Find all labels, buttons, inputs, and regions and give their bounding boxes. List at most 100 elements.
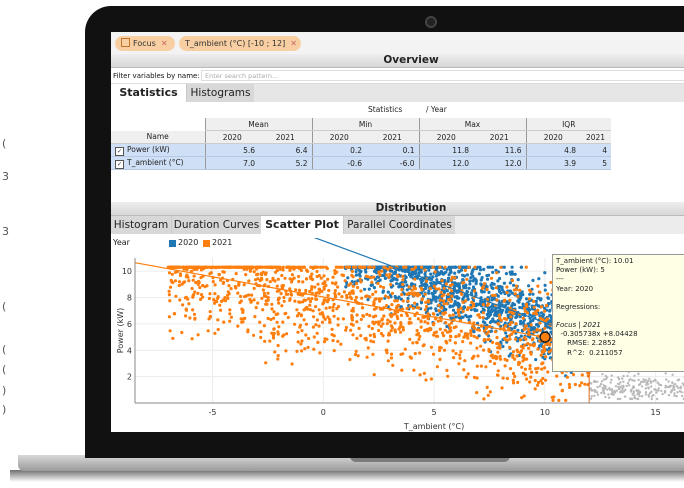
- data-point-2021: [508, 345, 512, 349]
- search-input[interactable]: Enter search pattern...: [201, 70, 684, 81]
- data-point-2021: [335, 270, 339, 274]
- name-header: Name: [111, 130, 205, 144]
- data-point-2021: [229, 287, 233, 291]
- tab-histogram[interactable]: Histogram: [111, 216, 171, 234]
- filtered-point: [637, 378, 640, 382]
- data-point-2021: [276, 298, 280, 302]
- data-point-2021: [311, 325, 315, 329]
- data-point-2021: [495, 335, 499, 340]
- data-point-2020: [363, 287, 367, 291]
- tab-statistics[interactable]: Statistics: [111, 84, 186, 102]
- data-point-2021: [443, 265, 447, 269]
- data-point-2021: [325, 337, 329, 341]
- data-point-2021: [213, 292, 217, 296]
- data-point-2021: [528, 380, 532, 384]
- data-point-2021: [192, 312, 197, 316]
- data-point-2020: [435, 278, 439, 282]
- data-point-2021: [438, 327, 442, 331]
- data-point-2021: [573, 382, 577, 387]
- data-point-2021: [298, 323, 303, 327]
- data-point-2021: [344, 325, 348, 330]
- data-point-2021: [490, 353, 494, 357]
- data-point-2021: [260, 265, 264, 269]
- data-point-2021: [497, 313, 501, 317]
- data-point-2021: [271, 334, 275, 338]
- data-point-2021: [292, 276, 296, 280]
- data-point-2021: [436, 319, 440, 323]
- data-point-2020: [474, 282, 478, 286]
- data-point-2021: [360, 306, 365, 310]
- data-point-2021: [362, 314, 366, 318]
- data-point-2020: [504, 272, 508, 276]
- data-point-2021: [378, 273, 382, 277]
- data-point-2020: [543, 288, 547, 292]
- data-point-2021: [530, 370, 534, 374]
- data-point-2020: [498, 301, 502, 305]
- data-point-2021: [440, 306, 444, 310]
- year-header: 2021: [259, 130, 312, 144]
- chip-focus[interactable]: Focus ✕: [115, 36, 175, 51]
- data-point-2021: [323, 281, 327, 285]
- data-point-2021: [345, 296, 349, 300]
- filtered-point: [594, 380, 597, 384]
- filtered-point: [672, 386, 675, 390]
- data-point-2021: [400, 288, 404, 292]
- x-tick-label: 5: [432, 408, 437, 417]
- data-point-2020: [537, 277, 541, 281]
- data-point-2021: [457, 313, 461, 317]
- filtered-point: [622, 390, 626, 393]
- data-point-2021: [371, 292, 375, 296]
- data-point-2020: [429, 281, 433, 285]
- data-point-2021: [466, 372, 470, 376]
- table-row[interactable]: ✓ T_ambient (°C) 7.0 5.2 -0.6 -6.0 12.0 1…: [111, 156, 611, 170]
- data-point-2020: [451, 308, 456, 312]
- filtered-point: [655, 389, 658, 392]
- tab-parallel-coordinates[interactable]: Parallel Coordinates: [343, 216, 455, 234]
- data-point-2020: [430, 298, 434, 302]
- data-point-2021: [302, 308, 306, 312]
- data-point-2021: [333, 295, 338, 299]
- data-point-2021: [386, 339, 390, 343]
- data-point-2021: [245, 267, 249, 271]
- tab-scatter-plot[interactable]: Scatter Plot: [261, 216, 343, 234]
- data-point-2021: [304, 288, 308, 293]
- data-point-2021: [444, 321, 448, 325]
- data-point-2021: [423, 320, 427, 324]
- data-point-2021: [228, 319, 232, 323]
- chip-t-ambient[interactable]: T_ambient (°C) [-10 ; 12] ✕: [179, 36, 301, 51]
- data-point-2021: [167, 315, 171, 319]
- data-point-2021: [454, 335, 458, 339]
- data-point-2021: [470, 300, 474, 304]
- data-point-2021: [520, 365, 524, 369]
- data-point-2021: [523, 367, 527, 371]
- table-row[interactable]: ✓ Power (kW) 5.6 6.4 0.2 0.1 11.8 11.6 4.…: [111, 143, 611, 157]
- data-point-2021: [453, 341, 457, 345]
- data-point-2021: [513, 374, 517, 379]
- tooltip-line: -0.305738x +8.04428: [556, 330, 638, 339]
- data-point-2021: [532, 305, 536, 309]
- data-point-2021: [297, 274, 301, 279]
- data-point-2021: [322, 285, 326, 289]
- filtered-point: [634, 397, 637, 400]
- data-point-2021: [521, 316, 525, 320]
- data-point-2021: [331, 305, 335, 309]
- checkbox-icon[interactable]: ✓: [115, 159, 124, 169]
- data-point-2021: [401, 352, 405, 356]
- filter-chip-bar: Focus ✕ T_ambient (°C) [-10 ; 12] ✕: [111, 32, 684, 54]
- tab-histograms[interactable]: Histograms: [186, 84, 254, 102]
- tab-duration-curves[interactable]: Duration Curves: [171, 216, 261, 234]
- data-point-2021: [192, 274, 196, 278]
- checkbox-icon[interactable]: ✓: [115, 146, 124, 156]
- data-point-2020: [470, 270, 474, 274]
- filtered-point: [607, 396, 611, 399]
- data-point-2021: [396, 275, 400, 279]
- data-point-2021: [544, 342, 548, 346]
- data-point-2020: [502, 265, 506, 269]
- data-point-2021: [252, 286, 256, 290]
- close-icon[interactable]: ✕: [161, 39, 168, 48]
- close-icon[interactable]: ✕: [290, 39, 297, 48]
- data-point-2021: [393, 328, 397, 332]
- data-point-2021: [272, 327, 276, 331]
- data-point-2021: [222, 320, 226, 324]
- data-point-2021: [214, 265, 218, 269]
